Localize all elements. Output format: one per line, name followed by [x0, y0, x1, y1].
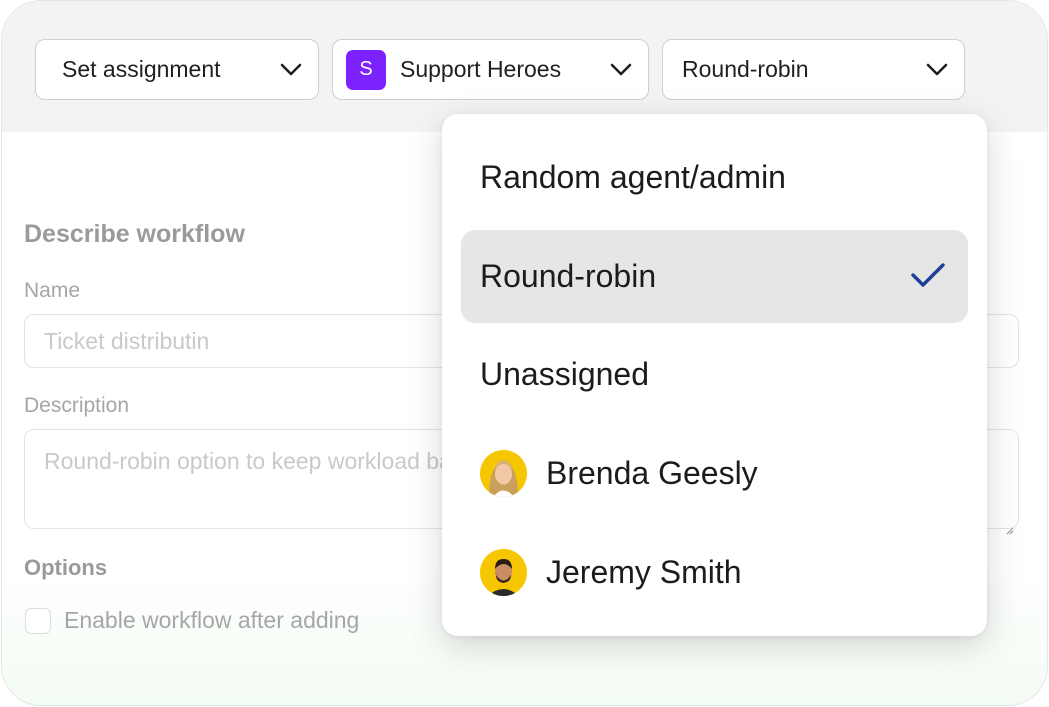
woman-avatar-icon	[480, 450, 527, 497]
enable-workflow-checkbox[interactable]	[25, 608, 51, 634]
checkmark-icon	[910, 260, 946, 297]
option-jeremy-smith[interactable]: Jeremy Smith	[461, 526, 968, 619]
option-label: Random agent/admin	[480, 159, 786, 195]
option-round-robin[interactable]: Round-robin	[461, 230, 968, 323]
man-avatar-icon	[480, 549, 527, 596]
option-random-agent[interactable]: Random agent/admin	[461, 131, 968, 224]
name-label: Name	[24, 279, 81, 302]
option-label: Unassigned	[480, 356, 649, 392]
enable-workflow-label: Enable workflow after adding	[64, 607, 360, 633]
option-brenda-geesly[interactable]: Brenda Geesly	[461, 427, 968, 520]
method-dropdown-menu: Random agent/admin Round-robin Unassigne…	[442, 114, 987, 636]
option-label: Round-robin	[480, 258, 657, 294]
description-label: Description	[24, 394, 130, 417]
section-title: Describe workflow	[24, 220, 245, 248]
options-title: Options	[24, 555, 108, 580]
resize-handle-icon[interactable]	[1004, 514, 1014, 535]
name-placeholder: Ticket distributin	[44, 327, 210, 354]
option-label: Brenda Geesly	[546, 455, 758, 491]
option-label: Jeremy Smith	[546, 554, 742, 590]
option-unassigned[interactable]: Unassigned	[461, 328, 968, 421]
